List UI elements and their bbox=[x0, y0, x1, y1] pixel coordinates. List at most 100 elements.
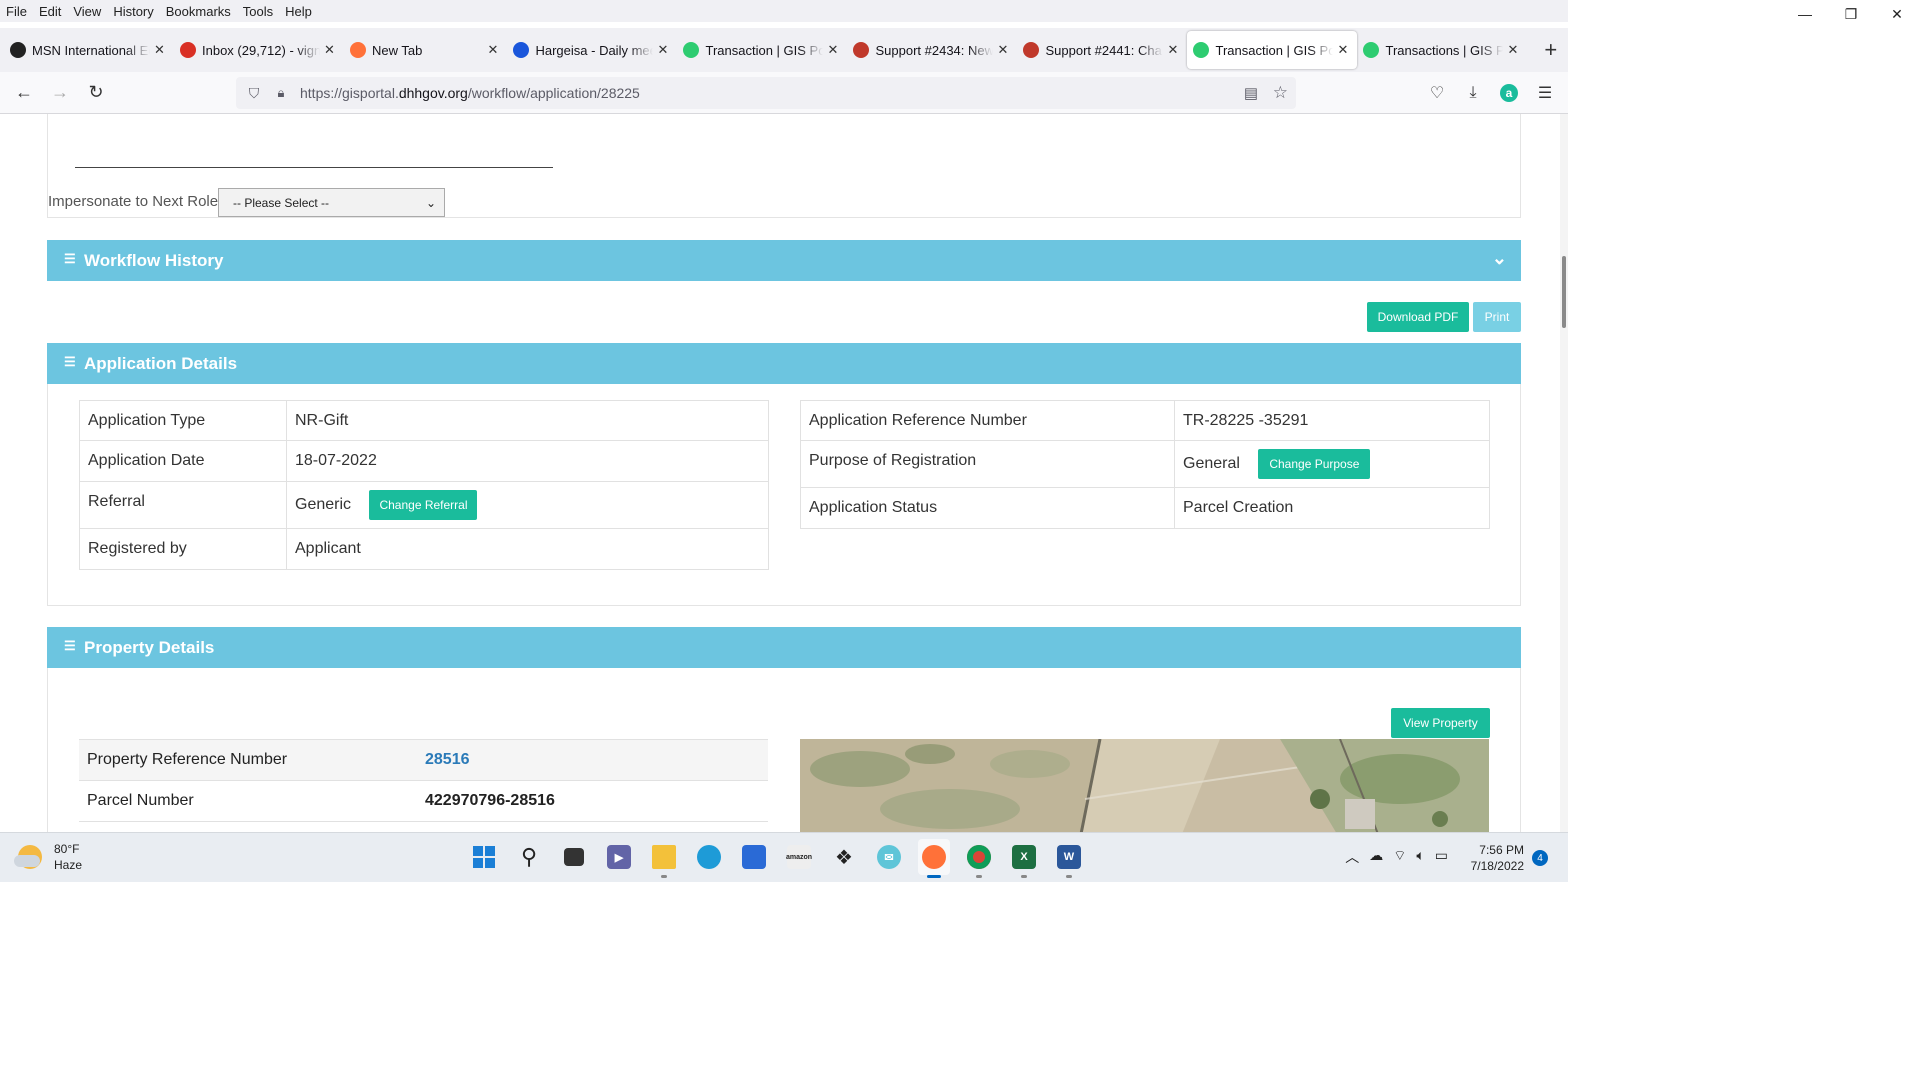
detail-value: General bbox=[1183, 455, 1240, 473]
restore-button[interactable]: ❐ bbox=[1828, 0, 1874, 28]
bookmark-star-icon[interactable]: ☆ bbox=[1273, 83, 1288, 103]
page-scrollbar[interactable] bbox=[1560, 114, 1568, 832]
close-tab-icon[interactable]: ✕ bbox=[487, 42, 501, 58]
application-details-left-table: Application Type NR-Gift Application Dat… bbox=[79, 400, 769, 570]
msn-icon bbox=[10, 42, 26, 58]
list-icon: ☰ bbox=[64, 251, 76, 266]
wifi-icon[interactable]: ⌔ bbox=[1393, 847, 1406, 867]
close-tab-icon[interactable]: ✕ bbox=[997, 42, 1011, 58]
chevron-up-icon[interactable]: ︿ bbox=[1345, 847, 1359, 867]
remarks-line[interactable] bbox=[75, 167, 553, 168]
volume-icon[interactable]: 🔈︎ bbox=[1416, 847, 1424, 867]
change-purpose-button[interactable]: Change Purpose bbox=[1258, 449, 1371, 479]
window-controls: — ❐ ✕ bbox=[1782, 0, 1920, 28]
start-button[interactable] bbox=[468, 839, 500, 875]
edge-icon[interactable] bbox=[693, 839, 725, 875]
microsoft-store-icon[interactable] bbox=[738, 839, 770, 875]
battery-icon[interactable]: ▭ bbox=[1435, 847, 1448, 867]
list-icon: ☰ bbox=[64, 354, 76, 369]
print-button[interactable]: Print bbox=[1473, 302, 1521, 332]
close-tab-icon[interactable]: ✕ bbox=[154, 42, 168, 58]
lock-icon[interactable]: 🔒︎ bbox=[272, 85, 290, 101]
reader-view-icon[interactable]: ▤ bbox=[1244, 84, 1258, 102]
close-window-button[interactable]: ✕ bbox=[1874, 0, 1920, 28]
shield-icon[interactable]: ⛉ bbox=[244, 85, 264, 102]
browser-tab[interactable]: Hargeisa - Daily mee ✕ bbox=[507, 31, 677, 69]
taskbar: 80°F Haze ⚲ ▶ amazon ❖ ✉ X W ︿ ☁ ⌔ 🔈︎ ▭ … bbox=[0, 832, 1568, 882]
search-icon[interactable]: ⚲ bbox=[513, 839, 545, 875]
browser-tab[interactable]: Transaction | GIS Port ✕ bbox=[1187, 31, 1358, 69]
word-icon[interactable]: W bbox=[1053, 839, 1085, 878]
amazon-icon[interactable]: amazon bbox=[783, 839, 815, 875]
close-tab-icon[interactable]: ✕ bbox=[1337, 42, 1351, 58]
browser-tab[interactable]: New Tab ✕ bbox=[344, 31, 507, 69]
mail-icon[interactable]: ✉ bbox=[873, 839, 905, 875]
menu-file[interactable]: File bbox=[0, 4, 33, 19]
task-view-icon[interactable] bbox=[558, 839, 590, 875]
dropbox-icon[interactable]: ❖ bbox=[828, 839, 860, 875]
weather-temp: 80°F bbox=[54, 842, 80, 856]
menu-help[interactable]: Help bbox=[279, 4, 318, 19]
browser-tab[interactable]: Support #2434: New ✕ bbox=[847, 31, 1017, 69]
close-tab-icon[interactable]: ✕ bbox=[657, 42, 671, 58]
minimize-button[interactable]: — bbox=[1782, 0, 1828, 28]
property-aerial-map[interactable] bbox=[800, 739, 1489, 832]
tab-label: Transaction | GIS Port bbox=[705, 42, 824, 58]
close-tab-icon[interactable]: ✕ bbox=[827, 42, 841, 58]
browser-tab[interactable]: Inbox (29,712) - vign ✕ bbox=[174, 31, 344, 69]
firefox-taskbar-icon[interactable] bbox=[918, 839, 950, 878]
pocket-icon[interactable]: ♡ bbox=[1424, 83, 1450, 103]
close-tab-icon[interactable]: ✕ bbox=[1167, 42, 1181, 58]
account-icon[interactable]: a bbox=[1496, 84, 1522, 102]
close-tab-icon[interactable]: ✕ bbox=[324, 42, 338, 58]
view-property-button[interactable]: View Property bbox=[1391, 708, 1490, 738]
application-details-header: ☰ Application Details bbox=[47, 343, 1521, 384]
tab-label: New Tab bbox=[372, 42, 423, 58]
taskbar-apps: ⚲ ▶ amazon ❖ ✉ X W bbox=[468, 839, 1085, 878]
browser-tab[interactable]: MSN International Ed ✕ bbox=[4, 31, 174, 69]
forward-icon[interactable]: → bbox=[42, 77, 78, 109]
scrollbar-thumb[interactable] bbox=[1562, 256, 1566, 328]
teams-chat-icon[interactable]: ▶ bbox=[603, 839, 635, 875]
notification-badge[interactable]: 4 bbox=[1532, 850, 1548, 866]
property-reference-link[interactable]: 28516 bbox=[425, 751, 768, 769]
menu-bookmarks[interactable]: Bookmarks bbox=[160, 4, 237, 19]
property-details-title: Property Details bbox=[84, 637, 215, 657]
detail-value-cell: Generic Change Referral bbox=[286, 481, 769, 529]
menu-tools[interactable]: Tools bbox=[237, 4, 279, 19]
redmine-icon bbox=[1023, 42, 1040, 58]
menu-history[interactable]: History bbox=[107, 4, 159, 19]
close-tab-icon[interactable]: ✕ bbox=[1507, 42, 1521, 58]
tab-label: Transactions | GIS Po bbox=[1385, 42, 1504, 58]
download-pdf-button[interactable]: Download PDF bbox=[1367, 302, 1469, 332]
onedrive-icon[interactable]: ☁ bbox=[1369, 847, 1383, 867]
detail-key: Registered by bbox=[79, 528, 287, 570]
chrome-icon[interactable] bbox=[963, 839, 995, 878]
menu-hamburger-icon[interactable]: ☰ bbox=[1532, 83, 1558, 103]
table-row: Application Status Parcel Creation bbox=[800, 487, 1490, 529]
back-icon[interactable]: ← bbox=[6, 77, 42, 109]
impersonate-select[interactable]: -- Please Select -- ⌄ bbox=[218, 188, 445, 217]
menu-view[interactable]: View bbox=[67, 4, 107, 19]
workflow-history-title: Workflow History bbox=[84, 250, 224, 270]
new-tab-button[interactable]: + bbox=[1533, 32, 1568, 68]
detail-key: Application Type bbox=[79, 400, 287, 441]
url-bar[interactable]: ⛉ 🔒︎ https://gisportal.dhhgov.org/workfl… bbox=[236, 77, 1296, 109]
menu-edit[interactable]: Edit bbox=[33, 4, 67, 19]
table-row bbox=[79, 821, 768, 829]
browser-tab[interactable]: Transactions | GIS Po ✕ bbox=[1357, 31, 1527, 69]
clock[interactable]: 7:56 PM 7/18/2022 bbox=[1471, 842, 1524, 874]
excel-icon[interactable]: X bbox=[1008, 839, 1040, 878]
browser-tab[interactable]: Transaction | GIS Port ✕ bbox=[677, 31, 847, 69]
browser-tab[interactable]: Support #2441: Chan ✕ bbox=[1017, 31, 1187, 69]
chevron-down-icon[interactable]: ⌄ bbox=[1492, 248, 1507, 269]
reload-icon[interactable]: ↻ bbox=[78, 77, 114, 109]
weather-widget[interactable]: 80°F Haze bbox=[14, 841, 82, 873]
property-details-header: ☰ Property Details bbox=[47, 627, 1521, 668]
workflow-history-header[interactable]: ☰ Workflow History ⌄ bbox=[47, 240, 1521, 281]
file-explorer-icon[interactable] bbox=[648, 839, 680, 878]
tab-label: Support #2441: Chan bbox=[1045, 42, 1164, 58]
change-referral-button[interactable]: Change Referral bbox=[369, 490, 478, 520]
tab-label: Hargeisa - Daily mee bbox=[535, 42, 654, 58]
downloads-icon[interactable]: ⤓ bbox=[1460, 84, 1486, 102]
